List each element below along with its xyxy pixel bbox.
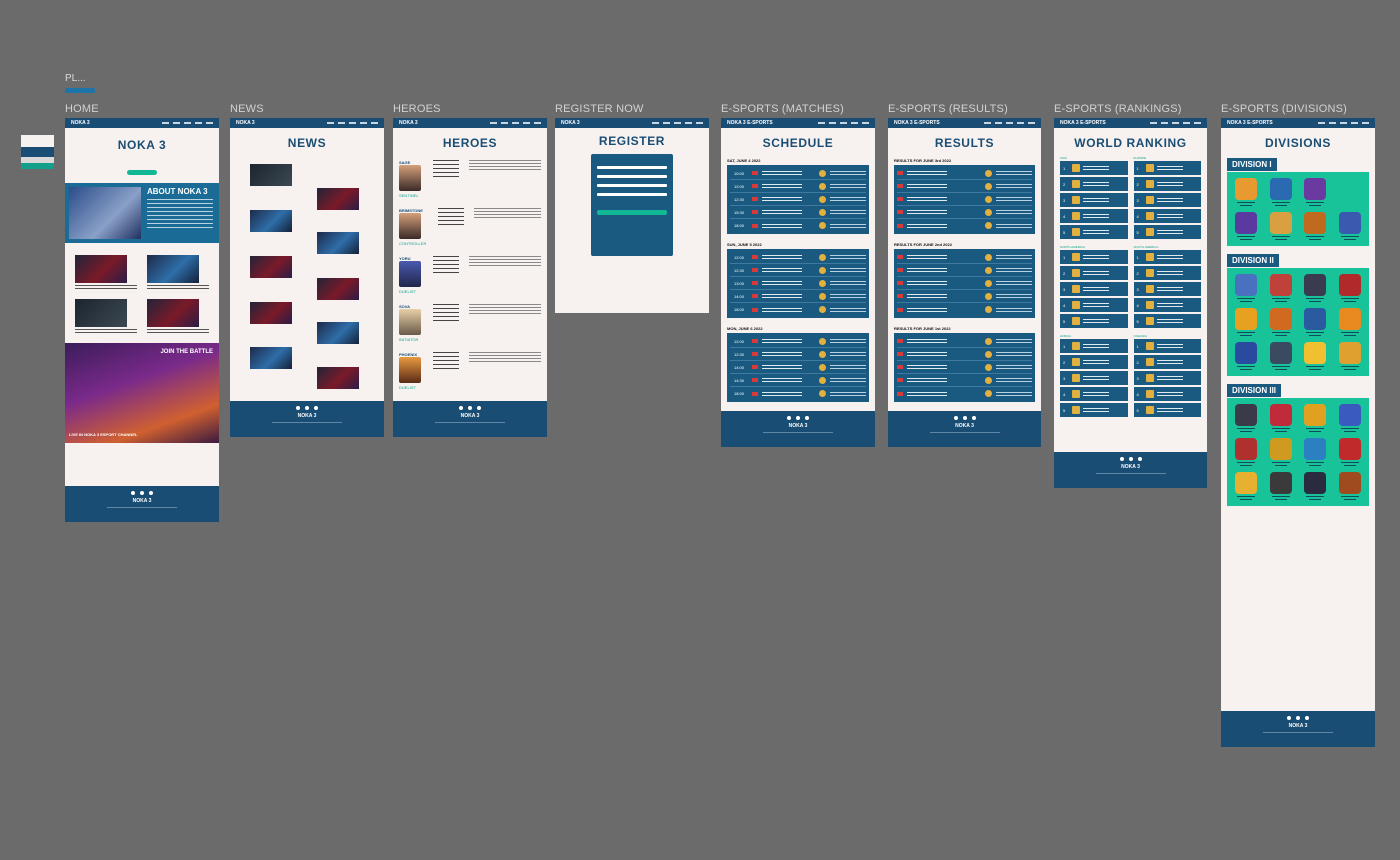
cta-button (127, 170, 157, 175)
news-heading: NEWS (287, 136, 327, 150)
frame-home[interactable]: NOKA 3 NOKA 3 ABOUT NOKA 3 JOIN THE BATT… (65, 118, 219, 522)
frame-heroes[interactable]: NOKA 3 HEROES SAGE SENTINEL BRIMSTONE CONT… (393, 118, 547, 437)
home-heading: NOKA 3 (117, 138, 167, 152)
news-thumb (147, 255, 199, 283)
footer-logo: NOKA 3 (132, 498, 152, 504)
page-chip[interactable] (65, 88, 95, 93)
ranking-heading: WORLD RANKING (1074, 136, 1187, 150)
frame-news[interactable]: NOKA 3 NEWS NOKA 3 (230, 118, 384, 437)
live-title: JOIN THE BATTLE (160, 349, 213, 355)
register-button (597, 210, 667, 215)
about-image (69, 187, 141, 239)
nav-logo: NOKA 3 (71, 120, 90, 126)
frame-title-divisions[interactable]: E-SPORTS (DIVISIONS) (1221, 103, 1347, 115)
frame-matches[interactable]: NOKA 3 E-SPORTS SCHEDULE SAT, JUNE 4 202… (721, 118, 875, 447)
frame-title-register[interactable]: REGISTER NOW (555, 103, 644, 115)
frame-title-heroes[interactable]: HEROES (393, 103, 441, 115)
frame-results[interactable]: NOKA 3 E-SPORTS RESULTS RESULTS FOR JUNE… (888, 118, 1041, 447)
heroes-heading: HEROES (442, 136, 498, 150)
frame-divisions[interactable]: NOKA 3 E-SPORTS DIVISIONS DIVISION I DIV… (1221, 118, 1375, 747)
frame-title-results[interactable]: E-SPORTS (RESULTS) (888, 103, 1008, 115)
color-swatches[interactable] (21, 135, 54, 169)
frame-title-news[interactable]: NEWS (230, 103, 264, 115)
schedule-heading: SCHEDULE (762, 136, 834, 150)
page-label[interactable]: PL... (65, 73, 86, 84)
frame-title-matches[interactable]: E-SPORTS (MATCHES) (721, 103, 844, 115)
frame-title-rankings[interactable]: E-SPORTS (RANKINGS) (1054, 103, 1182, 115)
results-heading: RESULTS (934, 136, 995, 150)
news-thumb (75, 255, 127, 283)
about-section: ABOUT NOKA 3 (65, 183, 219, 243)
register-heading: REGISTER (598, 134, 666, 148)
about-heading: ABOUT NOKA 3 (147, 187, 208, 196)
frame-footer: NOKA 3 (65, 486, 219, 522)
frame-nav: NOKA 3 (65, 118, 219, 128)
live-cta: LIVE IN NOKA 3 ESPORT CHANNEL (69, 432, 138, 437)
nav-logo: NOKA 3 (236, 120, 255, 126)
divisions-heading: DIVISIONS (1264, 136, 1332, 150)
home-news-grid (65, 243, 219, 333)
frame-title-home[interactable]: HOME (65, 103, 99, 115)
frame-rankings[interactable]: NOKA 3 E-SPORTS WORLD RANKING ASIA 1 2 3… (1054, 118, 1207, 488)
frame-register[interactable]: NOKA 3 REGISTER (555, 118, 709, 313)
news-thumb (75, 299, 127, 327)
live-banner: JOIN THE BATTLE LIVE IN NOKA 3 ESPORT CH… (65, 343, 219, 443)
news-thumb (147, 299, 199, 327)
register-form (591, 154, 673, 256)
